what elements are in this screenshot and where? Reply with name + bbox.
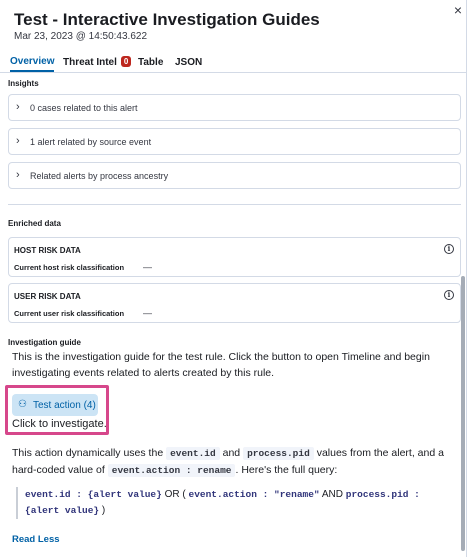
accordion-label: 1 alert related by source event [30,137,152,147]
accordion-related-source-event[interactable]: › 1 alert related by source event [8,128,461,155]
flyout-tabs: Overview Threat Intel 0 Table JSON [0,48,466,73]
chevron-right-icon: › [16,135,20,147]
accordion-related-cases[interactable]: › 0 cases related to this alert [8,94,461,121]
tab-table[interactable]: Table [138,52,163,72]
query-blockquote-bar [16,487,18,519]
accordion-process-ancestry[interactable]: › Related alerts by process ancestry [8,162,461,189]
query-blockquote: event.id : {alert value} OR ( event.acti… [25,487,450,519]
tab-json[interactable]: JSON [175,52,202,72]
desc-text: . Here's the full query: [235,464,338,476]
host-risk-panel: HOST RISK DATA i Current host risk class… [8,237,461,277]
tab-threat-intel-label: Threat Intel [63,57,117,68]
close-icon[interactable]: × [450,2,466,18]
timeline-icon: ⚇ [18,399,27,410]
flyout-title: Test - Interactive Investigation Guides [14,10,320,29]
query-text: AND [321,489,343,500]
tab-threat-intel[interactable]: Threat Intel 0 [63,52,132,72]
accordion-label: Related alerts by process ancestry [30,171,169,181]
info-icon[interactable]: i [444,290,454,300]
query-code: event.action : "rename" [188,489,320,500]
enriched-data-title: Enriched data [8,219,61,228]
code-process-pid: process.pid [243,447,314,460]
user-risk-label: Current user risk classification [14,309,125,318]
alert-timestamp: Mar 23, 2023 @ 14:50:43.622 [14,31,148,42]
guide-description: This action dynamically uses the event.i… [12,445,452,479]
host-risk-title: HOST RISK DATA [14,246,81,255]
click-to-investigate-text: Click to investigate. [12,418,107,430]
code-event-id: event.id [166,447,220,460]
guide-intro: This is the investigation guide for the … [12,351,430,379]
section-divider [8,204,461,205]
read-less-link[interactable]: Read Less [12,534,60,545]
user-risk-title: USER RISK DATA [14,292,81,301]
test-action-button[interactable]: ⚇ Test action (4) [12,394,98,416]
flyout-edge [466,0,467,557]
user-risk-panel: USER RISK DATA i Current user risk class… [8,283,461,323]
desc-text: This action dynamically uses the [12,447,164,459]
insights-title: Insights [8,79,39,88]
test-action-label: Test action (4) [33,399,96,411]
query-text: ) [101,505,106,516]
desc-text: and [222,447,241,459]
code-event-action: event.action : rename [107,464,236,477]
chevron-right-icon: › [16,169,20,181]
threat-intel-count-badge: 0 [120,56,132,67]
user-risk-value: — [143,308,152,318]
host-risk-value: — [143,262,152,272]
scrollbar[interactable] [461,276,465,551]
investigation-guide-title: Investigation guide [8,338,81,347]
chevron-right-icon: › [16,101,20,113]
tab-overview[interactable]: Overview [10,52,55,72]
query-code: event.id : {alert value} [25,489,162,500]
query-text: OR ( [164,489,186,500]
host-risk-label: Current host risk classification [14,263,125,272]
info-icon[interactable]: i [444,244,454,254]
accordion-label: 0 cases related to this alert [30,103,138,113]
